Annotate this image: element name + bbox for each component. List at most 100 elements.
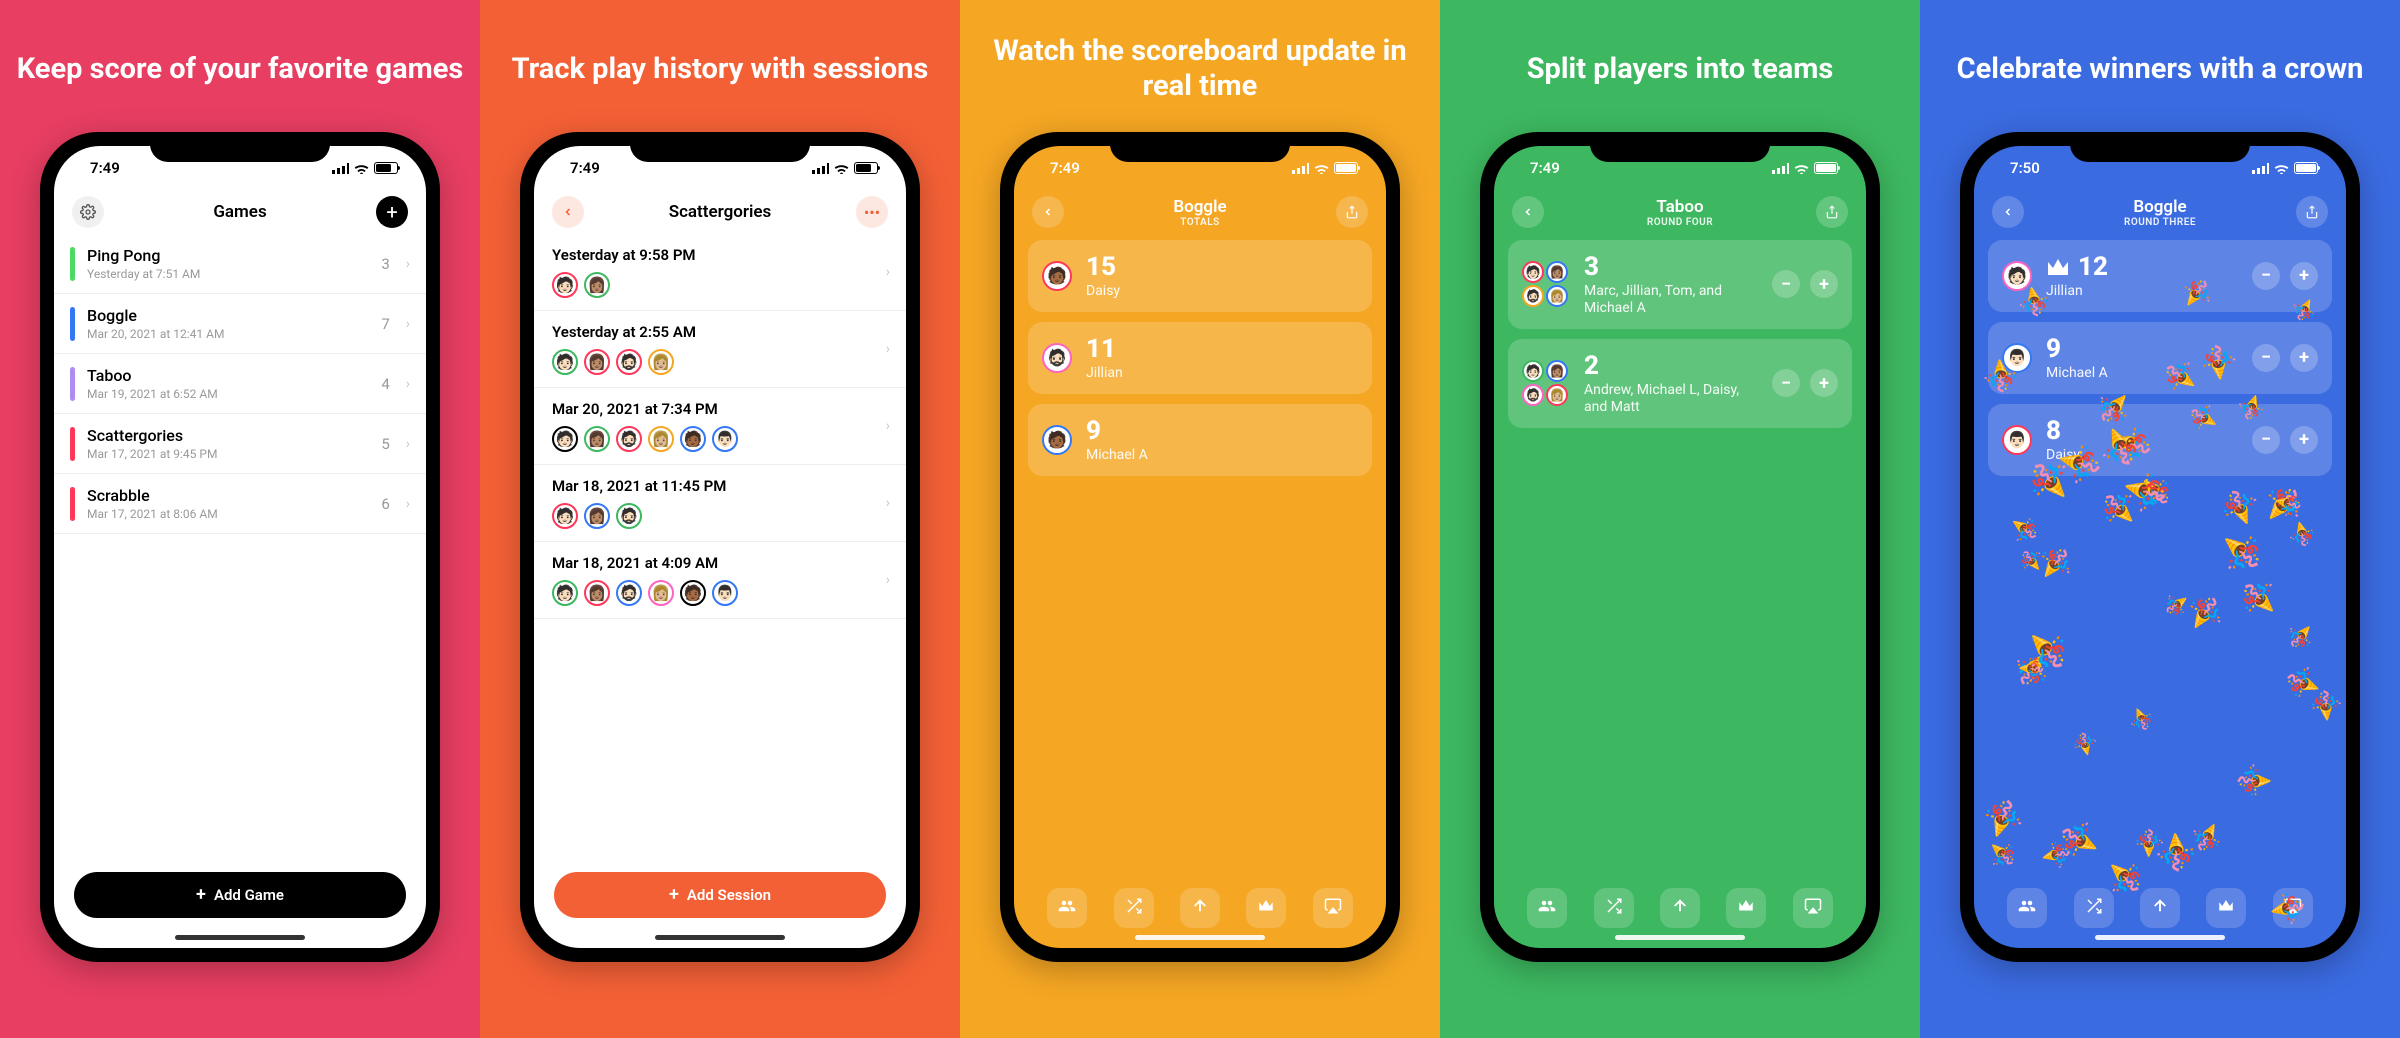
people-icon — [2018, 897, 2036, 919]
add-session-button[interactable]: + Add Session — [554, 872, 886, 918]
add-game-button[interactable]: + Add Game — [74, 872, 406, 918]
team-members: Andrew, Michael L, Daisy, and Matt — [1584, 382, 1758, 416]
team-members: Marc, Jillian, Tom, and Michael A — [1584, 283, 1758, 317]
chevron-right-icon: › — [886, 264, 890, 280]
player-avatar: 👩🏽 — [584, 503, 610, 529]
player-avatar: 👨🏻 — [712, 426, 738, 452]
people-button[interactable] — [1047, 888, 1087, 928]
session-timestamp: Yesterday at 2:55 AM — [552, 323, 888, 341]
up-arrow-icon — [2151, 897, 2169, 919]
game-timestamp: Mar 17, 2021 at 8:06 AM — [87, 507, 369, 521]
shuffle-button[interactable] — [1114, 888, 1154, 928]
back-button[interactable] — [1032, 196, 1064, 228]
game-color-bar — [70, 427, 75, 461]
wifi-icon — [1314, 163, 1329, 174]
decrement-button[interactable]: − — [2252, 262, 2280, 290]
shuffle-button[interactable] — [1594, 888, 1634, 928]
settings-button[interactable] — [72, 196, 104, 228]
score-card: 🧑🏾 15 Daisy — [1028, 240, 1372, 312]
game-row[interactable]: Ping Pong Yesterday at 7:51 AM 3 › — [54, 234, 426, 294]
add-button[interactable]: + — [376, 196, 408, 228]
chevron-right-icon: › — [406, 496, 410, 512]
share-button[interactable] — [1816, 196, 1848, 228]
shuffle-icon — [1605, 897, 1623, 919]
session-row[interactable]: Mar 18, 2021 at 11:45 PM 🧑🏻👩🏽🧔🏻 › — [534, 465, 906, 542]
crown-button[interactable] — [1726, 888, 1766, 928]
up-arrow-button[interactable] — [1660, 888, 1700, 928]
chevron-right-icon: › — [406, 376, 410, 392]
session-row[interactable]: Yesterday at 9:58 PM 🧑🏻👩🏽 › — [534, 234, 906, 311]
game-name: Scrabble — [87, 486, 369, 505]
confetti-icon: 🎉 — [2039, 547, 2072, 579]
back-button[interactable] — [552, 196, 584, 228]
game-color-bar — [70, 247, 75, 281]
decrement-button[interactable]: − — [2252, 344, 2280, 372]
player-avatar: 👩🏽 — [584, 580, 610, 606]
game-row[interactable]: Taboo Mar 19, 2021 at 6:52 AM 4 › — [54, 354, 426, 414]
plus-icon: + — [669, 886, 679, 904]
chevron-right-icon: › — [886, 572, 890, 588]
chevron-right-icon: › — [406, 256, 410, 272]
increment-button[interactable]: + — [1810, 270, 1838, 298]
share-button[interactable] — [1336, 196, 1368, 228]
panel-headline: Watch the scoreboard update in real time — [960, 34, 1440, 104]
crown-button[interactable] — [1246, 888, 1286, 928]
increment-button[interactable]: + — [2290, 344, 2318, 372]
game-timestamp: Mar 19, 2021 at 6:52 AM — [87, 387, 369, 401]
chevron-right-icon: › — [886, 495, 890, 511]
people-button[interactable] — [1527, 888, 1567, 928]
player-avatar: 🧑🏻 — [1522, 261, 1544, 283]
airplay-button[interactable] — [1793, 888, 1833, 928]
up-arrow-button[interactable] — [1180, 888, 1220, 928]
airplay-button[interactable] — [1313, 888, 1353, 928]
confetti-icon: 🎉 — [2130, 706, 2155, 732]
up-arrow-button[interactable] — [2140, 888, 2180, 928]
player-avatar: 🧔🏻 — [1042, 343, 1072, 373]
shuffle-icon — [1125, 897, 1143, 919]
panel-headline: Celebrate winners with a crown — [1947, 34, 2374, 104]
confetti-icon: 🎉 — [2289, 626, 2313, 648]
panel-headline: Keep score of your favorite games — [7, 34, 474, 104]
more-button[interactable]: ••• — [856, 196, 888, 228]
airplay-icon — [1324, 897, 1342, 919]
decrement-button[interactable]: − — [2252, 426, 2280, 454]
game-row[interactable]: Scattergories Mar 17, 2021 at 9:45 PM 5 … — [54, 414, 426, 474]
increment-button[interactable]: + — [2290, 426, 2318, 454]
confetti-icon: 🎉 — [2245, 582, 2275, 615]
back-button[interactable] — [1992, 196, 2024, 228]
share-button[interactable] — [2296, 196, 2328, 228]
crown-button[interactable] — [2206, 888, 2246, 928]
session-count: 6 — [381, 495, 389, 513]
session-row[interactable]: Mar 20, 2021 at 7:34 PM 🧑🏻👩🏽🧔🏻👩🏼🧑🏾👨🏻 › — [534, 388, 906, 465]
back-button[interactable] — [1512, 196, 1544, 228]
session-timestamp: Mar 18, 2021 at 11:45 PM — [552, 477, 888, 495]
increment-button[interactable]: + — [2290, 262, 2318, 290]
session-count: 4 — [381, 375, 389, 393]
confetti-icon: 🎉 — [2022, 550, 2043, 572]
confetti-icon: 🎉 — [2072, 730, 2099, 757]
session-row[interactable]: Mar 18, 2021 at 4:09 AM 🧑🏻👩🏽🧔🏻👩🏼🧑🏾👨🏻 › — [534, 542, 906, 619]
people-icon — [1538, 897, 1556, 919]
player-avatar: 🧑🏾 — [680, 426, 706, 452]
confetti-icon: 🎉 — [1981, 796, 2025, 839]
decrement-button[interactable]: − — [1772, 369, 1800, 397]
airplay-button[interactable] — [2273, 888, 2313, 928]
cell-signal-icon — [2252, 163, 2269, 174]
score-card: 👨🏻 9 Michael A − + — [1988, 322, 2332, 394]
chevron-right-icon: › — [406, 316, 410, 332]
session-row[interactable]: Yesterday at 2:55 AM 🧑🏻👩🏽🧔🏻👩🏼 › — [534, 311, 906, 388]
cell-signal-icon — [1772, 163, 1789, 174]
game-name: Boggle — [87, 306, 369, 325]
shuffle-button[interactable] — [2074, 888, 2114, 928]
decrement-button[interactable]: − — [1772, 270, 1800, 298]
increment-button[interactable]: + — [1810, 369, 1838, 397]
people-button[interactable] — [2007, 888, 2047, 928]
confetti-icon: 🎉 — [2233, 761, 2273, 801]
player-avatar: 🧑🏻 — [552, 426, 578, 452]
game-row[interactable]: Scrabble Mar 17, 2021 at 8:06 AM 6 › — [54, 474, 426, 534]
battery-icon — [2294, 162, 2318, 174]
up-arrow-icon — [1671, 897, 1689, 919]
player-avatar: 🧔🏻 — [616, 349, 642, 375]
game-row[interactable]: Boggle Mar 20, 2021 at 12:41 AM 7 › — [54, 294, 426, 354]
player-name: Michael A — [2046, 365, 2238, 382]
